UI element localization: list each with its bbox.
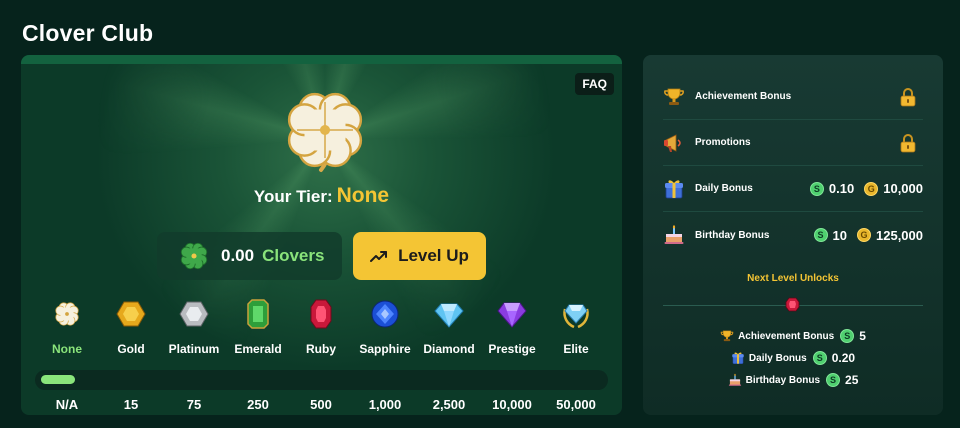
sc-value: 10	[832, 227, 847, 243]
level-up-button[interactable]: Level Up	[353, 232, 486, 280]
sweeps-coin-icon: S	[826, 373, 841, 387]
unlock-achievement-bonus: Achievement Bonus S 5	[643, 329, 943, 343]
gift-icon	[731, 352, 744, 365]
lock-icon	[900, 133, 916, 153]
unlock-daily-bonus: Daily Bonus S 0.20	[643, 351, 943, 365]
current-tier-value: None	[336, 184, 390, 207]
tier-elite[interactable]: Elite	[536, 299, 616, 356]
trophy-icon	[720, 330, 734, 342]
cake-icon	[664, 225, 684, 244]
benefit-label: Achievement Bonus	[695, 91, 792, 102]
trophy-icon	[664, 87, 684, 106]
sc-value: 0.10	[828, 181, 855, 196]
benefit-values: S 10 G 125,000	[804, 228, 923, 243]
cake-icon	[728, 373, 741, 386]
benefit-promotions: Promotions	[663, 120, 923, 166]
unlock-label: Daily Bonus	[748, 352, 807, 364]
level-up-label: Level Up	[398, 246, 469, 265]
gc-value: 125,000	[876, 227, 923, 243]
ruby-gem-icon	[785, 297, 800, 312]
trending-up-icon	[370, 251, 388, 262]
benefit-label: Promotions	[695, 137, 751, 148]
sweeps-coin-icon: S	[809, 181, 824, 196]
your-tier-label: Your Tier:	[253, 187, 333, 206]
tier-progress-bar	[35, 370, 608, 390]
tier-name: Elite	[563, 342, 589, 356]
clovers-balance: 0.00 Clovers	[157, 232, 342, 280]
lock-icon	[900, 87, 916, 107]
megaphone-icon	[664, 133, 681, 152]
benefit-birthday-bonus: Birthday Bonus S 10 G 125,000	[663, 212, 923, 258]
clovers-amount: 0.00	[221, 246, 255, 265]
sapphire-gem-icon	[371, 300, 399, 328]
page-title: Clover Club	[22, 20, 154, 46]
emerald-gem-icon	[247, 299, 269, 329]
ruby-gem-icon	[310, 299, 332, 329]
platinum-gem-icon	[179, 301, 209, 327]
benefit-daily-bonus: Daily Bonus S 0.10 G 10,000	[663, 166, 923, 212]
next-level-title: Next Level Unlocks	[747, 273, 839, 284]
elite-gem-icon	[563, 304, 589, 329]
sweeps-coin-icon: S	[813, 228, 828, 242]
clovers-label: Clovers	[262, 246, 325, 265]
benefits-panel: Achievement Bonus Promotions Daily Bonus…	[643, 55, 943, 415]
your-tier: Your Tier: None	[21, 184, 622, 208]
clover-icon	[287, 92, 363, 172]
gift-icon	[664, 179, 684, 198]
benefit-values: S 0.10 G 10,000	[800, 181, 923, 196]
gc-value: 10,000	[883, 181, 923, 196]
unlock-label: Birthday Bonus	[745, 374, 821, 386]
clover-icon	[55, 302, 79, 326]
tier-list: None Gold Platinum Emerald Ruby Sapphire…	[21, 299, 622, 369]
sweeps-coin-icon: S	[840, 329, 855, 343]
benefit-label: Daily Bonus	[695, 183, 753, 194]
sweeps-coin-icon: S	[812, 351, 827, 365]
prestige-gem-icon	[497, 302, 527, 328]
unlock-value: 25	[845, 373, 859, 387]
unlock-birthday-bonus: Birthday Bonus S 25	[643, 373, 943, 387]
benefit-achievement-bonus: Achievement Bonus	[663, 74, 923, 120]
benefit-label: Birthday Bonus	[695, 229, 770, 241]
unlock-value: 0.20	[831, 351, 856, 365]
faq-button[interactable]: FAQ	[575, 73, 614, 95]
unlock-value: 5	[859, 329, 866, 343]
tier-panel: FAQ Your Tier: None 0.00 Clovers Level U…	[21, 55, 622, 415]
unlock-label: Achievement Bonus	[738, 330, 835, 342]
gold-coin-icon: G	[864, 181, 879, 196]
tier-progress-fill	[41, 375, 75, 384]
green-clover-icon	[180, 242, 208, 270]
diamond-gem-icon	[434, 303, 464, 328]
gold-coin-icon: G	[857, 228, 871, 242]
gold-gem-icon	[116, 301, 146, 327]
threshold-value: 50,000	[556, 397, 596, 412]
